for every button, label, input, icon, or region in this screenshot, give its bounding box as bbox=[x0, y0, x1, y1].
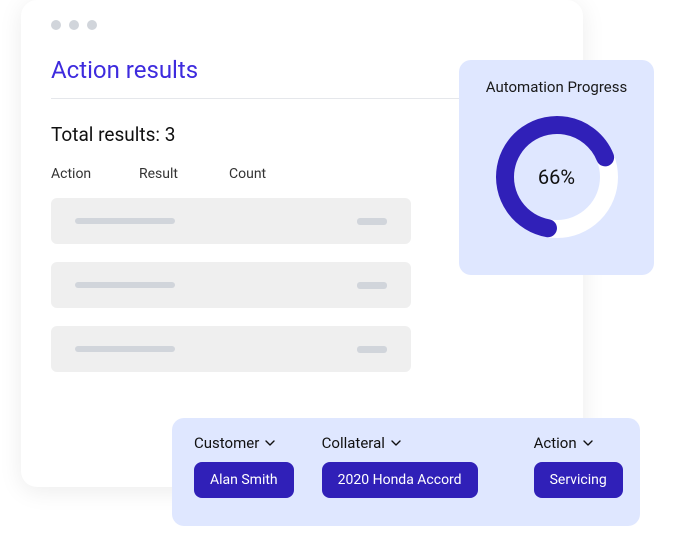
window-dot bbox=[87, 20, 97, 30]
column-header-action: Action bbox=[51, 166, 139, 182]
skeleton-placeholder bbox=[75, 346, 175, 352]
collateral-dropdown[interactable]: Collateral bbox=[322, 434, 401, 452]
skeleton-placeholder bbox=[357, 282, 387, 289]
filter-group-action: Action Servicing bbox=[534, 434, 623, 498]
skeleton-placeholder bbox=[357, 218, 387, 225]
customer-chip[interactable]: Alan Smith bbox=[194, 462, 294, 498]
filter-bar: Customer Alan Smith Collateral 2020 Hond… bbox=[172, 418, 640, 526]
column-header-count: Count bbox=[229, 166, 266, 182]
chevron-down-icon bbox=[583, 438, 593, 448]
chevron-down-icon bbox=[391, 438, 401, 448]
table-row bbox=[51, 262, 411, 308]
window-dot bbox=[69, 20, 79, 30]
progress-donut: 66% bbox=[492, 112, 622, 242]
skeleton-placeholder bbox=[75, 282, 175, 288]
window-controls bbox=[51, 20, 553, 30]
action-dropdown[interactable]: Action bbox=[534, 434, 593, 452]
progress-title: Automation Progress bbox=[473, 78, 640, 96]
progress-percent: 66% bbox=[492, 112, 622, 242]
customer-dropdown[interactable]: Customer bbox=[194, 434, 275, 452]
column-header-result: Result bbox=[139, 166, 229, 182]
filter-group-collateral: Collateral 2020 Honda Accord bbox=[322, 434, 478, 498]
table-row bbox=[51, 198, 411, 244]
filter-label-text: Customer bbox=[194, 434, 259, 452]
window-dot bbox=[51, 20, 61, 30]
action-chip[interactable]: Servicing bbox=[534, 462, 623, 498]
filter-label-text: Collateral bbox=[322, 434, 385, 452]
table-row bbox=[51, 326, 411, 372]
filter-label-text: Action bbox=[534, 434, 577, 452]
automation-progress-card: Automation Progress 66% bbox=[459, 60, 654, 275]
filter-group-customer: Customer Alan Smith bbox=[194, 434, 294, 498]
collateral-chip[interactable]: 2020 Honda Accord bbox=[322, 462, 478, 498]
chevron-down-icon bbox=[265, 438, 275, 448]
skeleton-placeholder bbox=[75, 218, 175, 224]
skeleton-placeholder bbox=[357, 346, 387, 353]
